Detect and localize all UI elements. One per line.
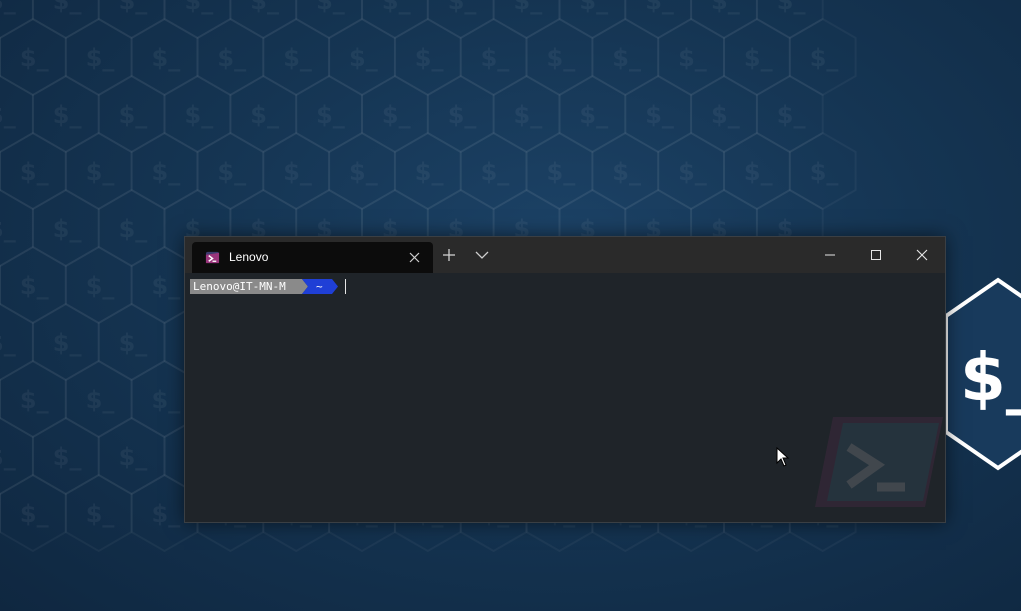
svg-text:$_: $_ [777, 101, 806, 129]
maximize-icon [871, 250, 881, 260]
svg-text:$_: $_ [0, 101, 16, 129]
svg-text:$_: $_ [53, 101, 82, 129]
svg-text:$_: $_ [250, 101, 279, 129]
svg-text:$_: $_ [217, 158, 246, 186]
svg-text:$_: $_ [20, 386, 49, 414]
prompt-path: ~ [316, 280, 323, 293]
svg-text:$_: $_ [678, 158, 707, 186]
svg-text:$_: $_ [415, 44, 444, 72]
tab-close-icon[interactable] [408, 251, 421, 264]
svg-text:$_: $_ [53, 329, 82, 357]
maximize-button[interactable] [853, 237, 899, 273]
mouse-pointer-icon [776, 447, 790, 467]
chevron-down-icon[interactable] [473, 246, 491, 264]
terminal-app-icon [205, 251, 220, 264]
svg-text:$_: $_ [86, 158, 115, 186]
close-icon [916, 249, 928, 261]
minimize-button[interactable] [807, 237, 853, 273]
svg-text:$_: $_ [777, 0, 806, 15]
svg-text:$_: $_ [711, 101, 740, 129]
svg-text:$_: $_ [547, 44, 576, 72]
svg-text:$_: $_ [579, 101, 608, 129]
minimize-icon [825, 254, 835, 256]
desktop: $_ $_ $_ $_ $_ $_ $_ $_ $_ $_ $_ $_ $_ $_ $_ $_ $_ $_ $_ $_… [0, 0, 1021, 611]
tab-lenovo[interactable]: Lenovo [192, 242, 433, 273]
svg-text:$_: $_ [382, 101, 411, 129]
wallpaper-large-hexagon: $_ [944, 277, 1021, 471]
svg-text:$_: $_ [481, 158, 510, 186]
svg-text:$_: $_ [283, 44, 312, 72]
svg-text:$_: $_ [382, 0, 411, 15]
svg-text:$_: $_ [415, 158, 444, 186]
svg-text:$_: $_ [744, 158, 773, 186]
svg-text:$_: $_ [86, 44, 115, 72]
text-cursor [345, 279, 346, 294]
svg-text:$_: $_ [152, 500, 181, 528]
svg-text:$_: $_ [316, 101, 345, 129]
svg-text:$_: $_ [20, 500, 49, 528]
svg-text:$_: $_ [349, 44, 378, 72]
svg-text:$_: $_ [20, 272, 49, 300]
terminal-content[interactable]: Lenovo@IT-MN-M ~ [185, 273, 945, 522]
powershell-logo [815, 417, 943, 507]
svg-text:$_: $_ [217, 44, 246, 72]
wallpaper-motif-text: $_ [960, 339, 1021, 416]
svg-text:$_: $_ [448, 0, 477, 15]
tab-title: Lenovo [229, 250, 269, 264]
svg-text:$_: $_ [579, 0, 608, 15]
svg-text:$_: $_ [119, 329, 148, 357]
svg-text:$_: $_ [349, 158, 378, 186]
svg-text:$_: $_ [53, 443, 82, 471]
terminal-window: Lenovo Lenovo@IT-MN-M ~ [184, 236, 946, 523]
svg-text:$_: $_ [119, 101, 148, 129]
svg-text:$_: $_ [810, 158, 839, 186]
svg-text:$_: $_ [316, 0, 345, 15]
svg-text:$_: $_ [152, 272, 181, 300]
svg-text:$_: $_ [0, 215, 16, 243]
svg-text:$_: $_ [448, 101, 477, 129]
prompt-user: Lenovo@IT-MN-M [193, 280, 286, 293]
svg-text:$_: $_ [119, 215, 148, 243]
svg-text:$_: $_ [645, 101, 674, 129]
title-bar[interactable]: Lenovo [185, 237, 945, 273]
svg-text:$_: $_ [86, 500, 115, 528]
svg-text:$_: $_ [744, 44, 773, 72]
svg-text:$_: $_ [86, 386, 115, 414]
svg-text:$_: $_ [645, 0, 674, 15]
svg-text:$_: $_ [0, 443, 16, 471]
svg-text:$_: $_ [810, 44, 839, 72]
svg-text:$_: $_ [514, 101, 543, 129]
svg-text:$_: $_ [0, 329, 16, 357]
svg-text:$_: $_ [119, 0, 148, 15]
svg-text:$_: $_ [53, 215, 82, 243]
svg-text:$_: $_ [86, 272, 115, 300]
svg-text:$_: $_ [547, 158, 576, 186]
plus-icon[interactable] [440, 246, 458, 264]
svg-text:$_: $_ [152, 158, 181, 186]
svg-text:$_: $_ [53, 0, 82, 15]
svg-text:$_: $_ [514, 0, 543, 15]
svg-text:$_: $_ [711, 0, 740, 15]
svg-text:$_: $_ [20, 44, 49, 72]
svg-text:$_: $_ [152, 44, 181, 72]
svg-text:$_: $_ [612, 158, 641, 186]
svg-text:$_: $_ [612, 44, 641, 72]
close-button[interactable] [899, 237, 945, 273]
svg-text:$_: $_ [481, 44, 510, 72]
svg-text:$_: $_ [250, 0, 279, 15]
svg-text:$_: $_ [152, 386, 181, 414]
svg-text:$_: $_ [185, 0, 214, 15]
svg-text:$_: $_ [0, 0, 16, 15]
svg-text:$_: $_ [185, 101, 214, 129]
svg-text:$_: $_ [119, 443, 148, 471]
svg-text:$_: $_ [678, 44, 707, 72]
svg-text:$_: $_ [20, 158, 49, 186]
svg-text:$_: $_ [283, 158, 312, 186]
